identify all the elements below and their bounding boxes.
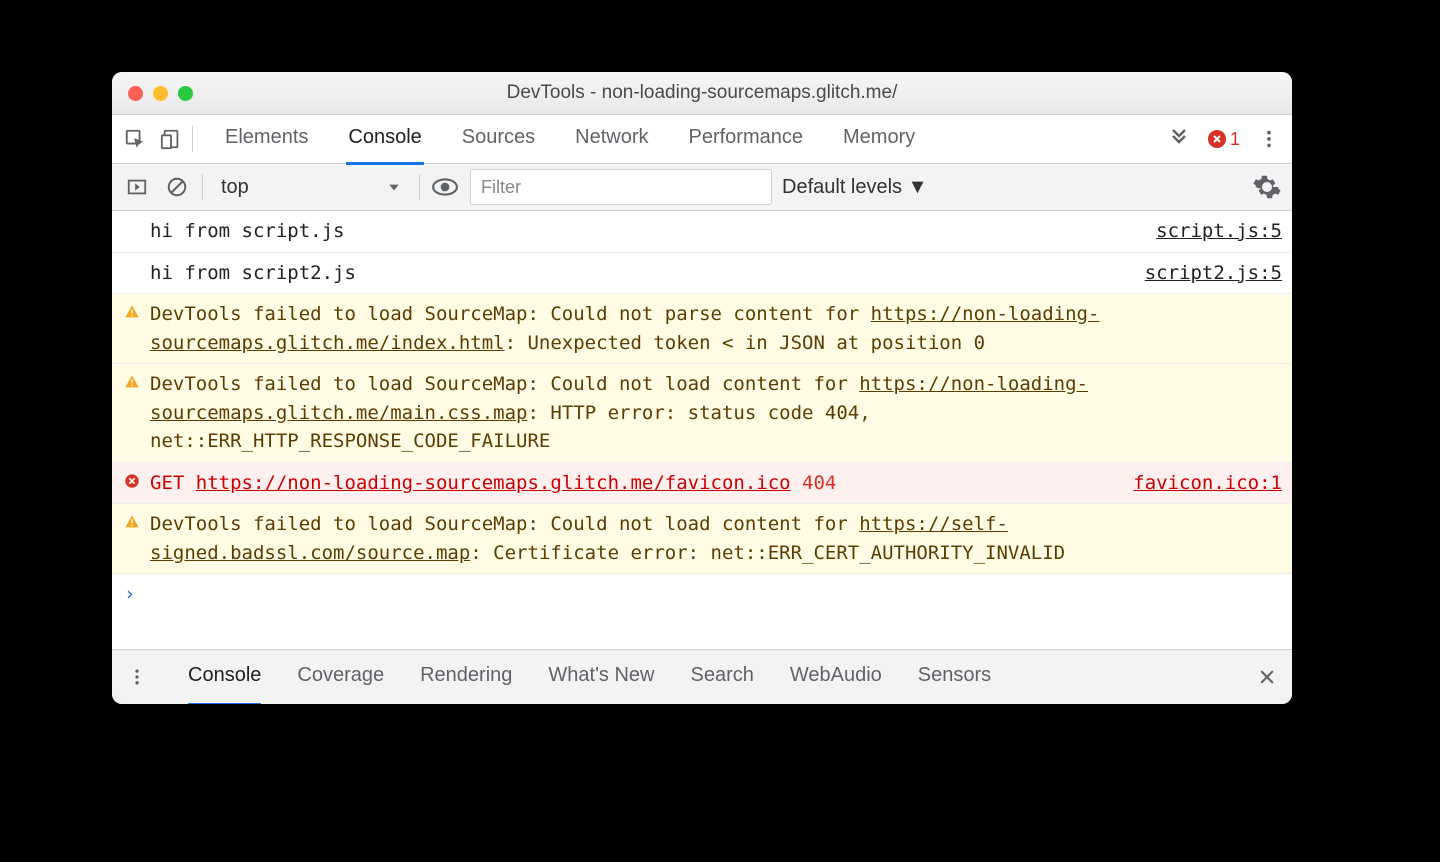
levels-label: Default levels [782,176,902,198]
console-toolbar: top Default levels ▼ [112,164,1292,211]
zoom-window-button[interactable] [178,86,193,101]
toggle-sidebar-icon[interactable] [122,172,152,202]
source-link[interactable]: favicon.ico:1 [1133,469,1282,498]
warning-text: DevTools failed to load SourceMap: Could… [150,510,1282,567]
warning-icon [124,510,142,567]
main-tabbar: Elements Console Sources Network Perform… [112,115,1292,164]
tab-performance[interactable]: Performance [687,114,806,165]
drawer-tab-coverage[interactable]: Coverage [297,649,384,705]
error-text: GET https://non-loading-sourcemaps.glitc… [150,469,1125,498]
inspect-element-icon[interactable] [120,124,150,154]
device-toolbar-icon[interactable] [156,124,186,154]
execution-context-select[interactable]: top [213,176,409,199]
warning-icon [124,300,142,357]
tabbar-right: 1 [1164,124,1284,154]
separator [192,126,193,152]
tab-network[interactable]: Network [573,114,650,165]
console-messages: hi from script.js script.js:5 hi from sc… [112,211,1292,649]
error-icon [124,469,142,498]
kebab-menu-icon[interactable] [1254,124,1284,154]
drawer-tab-whatsnew[interactable]: What's New [548,649,654,705]
url-link[interactable]: https://non-loading-sourcemaps.glitch.me… [196,472,791,494]
warning-icon [124,370,142,456]
drawer-tabbar: Console Coverage Rendering What's New Se… [112,649,1292,704]
console-log-row[interactable]: hi from script.js script.js:5 [112,211,1292,253]
filter-input[interactable] [470,169,772,205]
warning-text: DevTools failed to load SourceMap: Could… [150,370,1282,456]
console-warning-row[interactable]: DevTools failed to load SourceMap: Could… [112,364,1292,463]
live-expression-icon[interactable] [430,172,460,202]
separator [202,174,203,200]
window-title: DevTools - non-loading-sourcemaps.glitch… [112,82,1292,104]
log-levels-select[interactable]: Default levels ▼ [782,176,927,199]
clear-console-icon[interactable] [162,172,192,202]
error-count-badge[interactable]: 1 [1208,129,1240,150]
drawer-menu-icon[interactable] [122,662,152,692]
drawer-tab-search[interactable]: Search [690,649,753,705]
console-error-row[interactable]: GET https://non-loading-sourcemaps.glitc… [112,463,1292,505]
close-drawer-icon[interactable] [1252,662,1282,692]
blank-icon [124,259,142,288]
source-link[interactable]: script2.js:5 [1145,259,1282,288]
warning-text: DevTools failed to load SourceMap: Could… [150,300,1282,357]
minimize-window-button[interactable] [153,86,168,101]
console-settings-icon[interactable] [1252,172,1282,202]
drawer-tab-rendering[interactable]: Rendering [420,649,512,705]
tab-elements[interactable]: Elements [223,114,310,165]
close-window-button[interactable] [128,86,143,101]
console-log-row[interactable]: hi from script2.js script2.js:5 [112,253,1292,295]
separator [419,174,420,200]
console-prompt[interactable]: › [112,574,1292,615]
drawer-tab-sensors[interactable]: Sensors [918,649,991,705]
tab-memory[interactable]: Memory [841,114,917,165]
chevron-down-icon: ▼ [908,176,928,198]
log-text: hi from script2.js [150,259,1137,288]
source-link[interactable]: script.js:5 [1156,217,1282,246]
panel-tabs: Elements Console Sources Network Perform… [223,115,917,163]
devtools-window: DevTools - non-loading-sourcemaps.glitch… [112,72,1292,704]
titlebar: DevTools - non-loading-sourcemaps.glitch… [112,72,1292,115]
traffic-lights [128,86,193,101]
tab-console[interactable]: Console [346,114,423,165]
blank-icon [124,217,142,246]
chevron-down-icon [387,180,401,194]
tab-sources[interactable]: Sources [460,114,537,165]
console-warning-row[interactable]: DevTools failed to load SourceMap: Could… [112,294,1292,364]
drawer-tab-webaudio[interactable]: WebAudio [790,649,882,705]
console-warning-row[interactable]: DevTools failed to load SourceMap: Could… [112,504,1292,574]
error-icon [1208,130,1226,148]
drawer-tab-console[interactable]: Console [188,649,261,705]
log-text: hi from script.js [150,217,1148,246]
context-label: top [221,176,249,199]
more-tabs-icon[interactable] [1164,124,1194,154]
error-count-text: 1 [1230,129,1240,150]
